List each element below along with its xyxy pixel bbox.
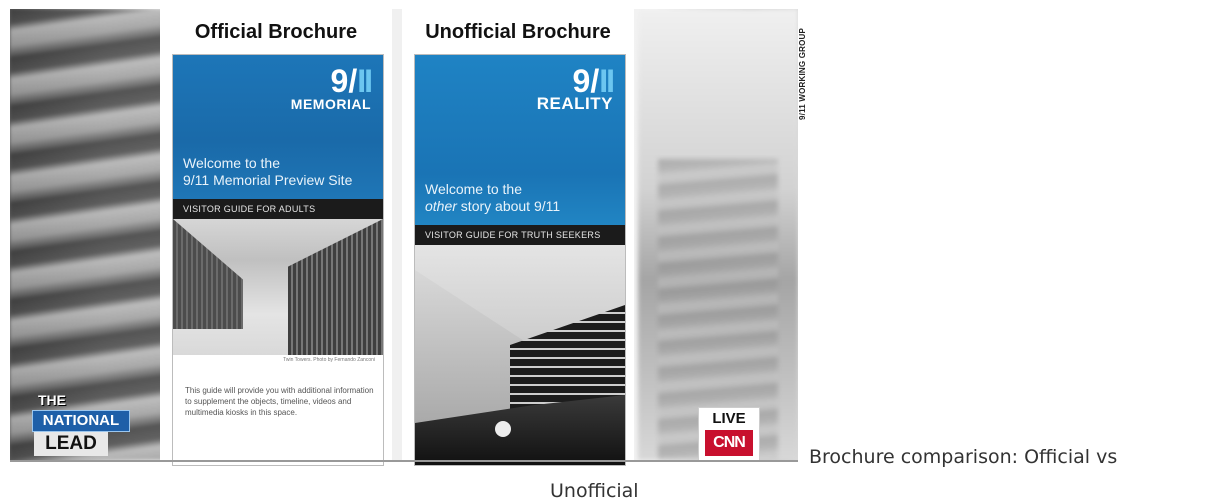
image-caption-line-2: Unofficial xyxy=(550,480,639,502)
official-welcome: Welcome to the 9/11 Memorial Preview Sit… xyxy=(183,155,352,189)
official-cover-header: 9/II MEMORIAL Welcome to the 9/11 Memori… xyxy=(173,55,383,199)
unofficial-guide-bar: VISITOR GUIDE FOR TRUTH SEEKERS xyxy=(415,225,625,245)
image-caption-line-1: Brochure comparison: Official vs xyxy=(809,446,1118,468)
unofficial-cover-header: 9/II REALITY Welcome to the other story … xyxy=(415,55,625,225)
welcome-line-2: other story about 9/11 xyxy=(425,198,560,215)
welcome-line-1: Welcome to the xyxy=(425,181,523,197)
credit-text: 9/11 WORKING GROUP xyxy=(798,27,807,120)
reality-logo: 9/II REALITY xyxy=(536,65,615,113)
plane-logo-icon xyxy=(495,421,511,437)
cnn-logo: CNN xyxy=(705,430,753,456)
official-body-text: This guide will provide you with additio… xyxy=(185,386,374,417)
live-text: LIVE xyxy=(712,410,746,427)
photo-caption: Twin Towers. Photo by Fernando Zanconi xyxy=(283,357,375,363)
tower-left-shape xyxy=(173,219,243,329)
image-credit: 9/11 WORKING GROUP xyxy=(798,16,808,126)
unofficial-welcome: Welcome to the other story about 9/11 xyxy=(425,181,560,215)
memorial-logo: 9/II MEMORIAL xyxy=(290,63,373,112)
welcome-other-emphasis: other xyxy=(425,198,457,214)
bug-the-text: THE xyxy=(38,392,66,408)
welcome-line-2: 9/11 Memorial Preview Site xyxy=(183,172,353,188)
welcome-line-2-rest: story about 9/11 xyxy=(456,198,561,214)
bug-lead-text: LEAD xyxy=(34,432,108,456)
official-brochure-panel: Official Brochure 9/II MEMORIAL Welcome … xyxy=(160,9,392,466)
logo-number: 9/ xyxy=(330,63,358,99)
logo-bars: II xyxy=(357,63,373,99)
official-brochure-card: 9/II MEMORIAL Welcome to the 9/11 Memori… xyxy=(172,54,384,466)
tower-right-shape xyxy=(288,219,383,355)
twin-towers-photo xyxy=(173,219,383,355)
logo-word: REALITY xyxy=(536,94,613,113)
official-guide-bar: VISITOR GUIDE FOR ADULTS xyxy=(173,199,383,219)
building-photo xyxy=(415,245,625,465)
official-brochure-title: Official Brochure xyxy=(194,21,358,43)
image-bottom-rule xyxy=(10,460,798,462)
unofficial-brochure-card: 9/II REALITY Welcome to the other story … xyxy=(414,54,626,466)
bug-national-text: NATIONAL xyxy=(32,410,130,432)
unofficial-brochure-title: Unofficial Brochure xyxy=(425,21,611,43)
the-national-lead-bug: THE NATIONAL LEAD xyxy=(32,392,130,460)
welcome-line-1: Welcome to the xyxy=(183,155,281,171)
unofficial-brochure-panel: Unofficial Brochure 9/II REALITY Welcome… xyxy=(402,9,634,466)
logo-word: MEMORIAL xyxy=(290,96,371,112)
cnn-live-bug: LIVE CNN xyxy=(698,407,760,461)
